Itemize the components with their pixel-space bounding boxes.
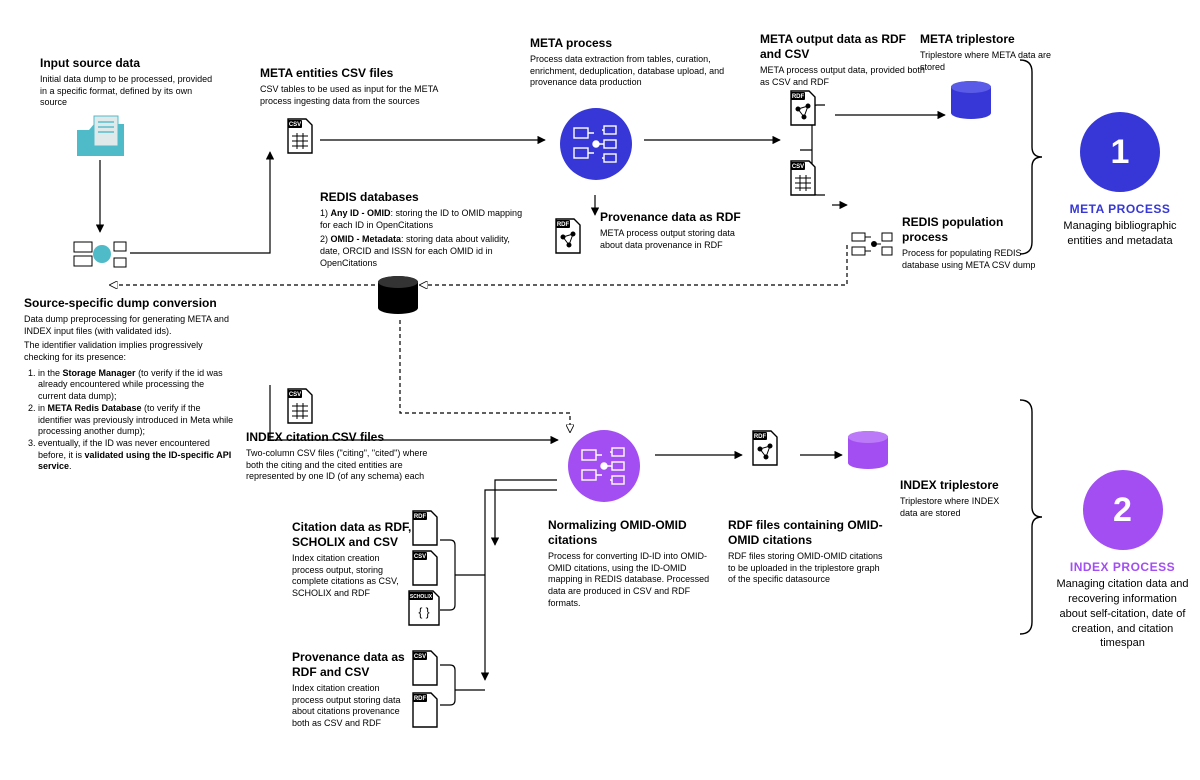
index-process-icon — [568, 430, 640, 502]
rdf-file-icon: RDF — [410, 510, 440, 546]
list-item: in META Redis Database (to verify if the… — [38, 403, 234, 438]
description: Index citation creation process output s… — [292, 683, 412, 730]
meta-process: META process Process data extraction fro… — [530, 36, 750, 89]
svg-text:RDF: RDF — [414, 696, 427, 702]
svg-text:RDF: RDF — [754, 434, 767, 440]
description: Index citation creation process output, … — [292, 553, 412, 600]
heading: Provenance data as RDF and CSV — [292, 650, 412, 680]
badge-label: INDEX PROCESS — [1055, 560, 1190, 574]
description: 2) OMID - Metadata: storing data about v… — [320, 234, 530, 269]
rdf-file-icon: RDF — [410, 692, 440, 728]
provenance-output: Provenance data as RDF and CSV Index cit… — [292, 650, 412, 730]
svg-text:{ }: { } — [418, 605, 429, 619]
pipeline-icon — [850, 230, 894, 260]
heading: Normalizing OMID-OMID citations — [548, 518, 718, 548]
csv-file-icon: CSV — [410, 650, 440, 686]
badge-number: 2 — [1083, 470, 1163, 550]
rdf-file-icon: RDF — [750, 430, 780, 466]
database-icon — [948, 80, 994, 120]
description: META process output data, provided both … — [760, 65, 930, 88]
description: Initial data dump to be processed, provi… — [40, 74, 220, 109]
index-process-badge: 2 INDEX PROCESS Managing citation data a… — [1055, 470, 1190, 651]
csv-file-icon: CSV — [285, 118, 315, 154]
badge-label: META PROCESS — [1060, 202, 1180, 216]
description: 1) Any ID - OMID: storing the ID to OMID… — [320, 208, 530, 231]
heading: Provenance data as RDF — [600, 210, 745, 225]
citation-data-output: Citation data as RDF, SCHOLIX and CSV In… — [292, 520, 412, 600]
svg-text:CSV: CSV — [414, 654, 426, 660]
description: Process for populating REDIS database us… — [902, 248, 1047, 271]
scholix-file-icon: SCHOLIX { } — [406, 590, 442, 626]
csv-file-icon: CSV — [788, 160, 818, 196]
provenance-rdf: Provenance data as RDF META process outp… — [600, 210, 745, 251]
svg-text:RDF: RDF — [557, 222, 570, 228]
rdf-omid-files: RDF files containing OMID-OMID citations… — [728, 518, 888, 586]
heading: INDEX citation CSV files — [246, 430, 436, 445]
heading: META output data as RDF and CSV — [760, 32, 930, 62]
csv-file-icon: CSV — [285, 388, 315, 424]
description: META process output storing data about d… — [600, 228, 745, 251]
heading: REDIS databases — [320, 190, 530, 205]
list-item: eventually, if the ID was never encounte… — [38, 438, 234, 473]
redis-population: REDIS population process Process for pop… — [902, 215, 1047, 271]
rdf-file-icon: RDF — [553, 218, 583, 254]
svg-text:CSV: CSV — [289, 122, 301, 128]
meta-process-badge: 1 META PROCESS Managing bibliographic en… — [1060, 112, 1180, 249]
source-conversion: Source-specific dump conversion Data dum… — [24, 296, 234, 473]
badge-number: 1 — [1080, 112, 1160, 192]
database-icon — [845, 430, 891, 470]
input-source-data: Input source data Initial data dump to b… — [40, 56, 220, 109]
redis-databases: REDIS databases 1) Any ID - OMID: storin… — [320, 190, 530, 269]
index-csv: INDEX citation CSV files Two-column CSV … — [246, 430, 436, 483]
folder-file-icon — [72, 110, 132, 162]
heading: REDIS population process — [902, 215, 1047, 245]
heading: Source-specific dump conversion — [24, 296, 234, 311]
svg-text:SCHOLIX: SCHOLIX — [410, 594, 433, 600]
database-icon — [375, 275, 421, 315]
heading: INDEX triplestore — [900, 478, 1010, 493]
meta-triplestore: META triplestore Triplestore where META … — [920, 32, 1070, 73]
svg-text:RDF: RDF — [792, 94, 805, 100]
description: Process for converting ID-ID into OMID-O… — [548, 551, 718, 609]
heading: META triplestore — [920, 32, 1070, 47]
rdf-file-icon: RDF — [788, 90, 818, 126]
description: Two-column CSV files ("citing", "cited")… — [246, 448, 436, 483]
description: CSV tables to be used as input for the M… — [260, 84, 460, 107]
heading: META entities CSV files — [260, 66, 460, 81]
normalizing: Normalizing OMID-OMID citations Process … — [548, 518, 718, 609]
index-triplestore: INDEX triplestore Triplestore where INDE… — [900, 478, 1010, 519]
csv-file-icon: CSV — [410, 550, 440, 586]
heading: Input source data — [40, 56, 220, 71]
svg-text:CSV: CSV — [289, 392, 301, 398]
svg-text:RDF: RDF — [414, 514, 427, 520]
heading: RDF files containing OMID-OMID citations — [728, 518, 888, 548]
description: Data dump preprocessing for generating M… — [24, 314, 234, 337]
pipeline-icon — [72, 238, 128, 272]
meta-process-icon — [560, 108, 632, 180]
description: Process data extraction from tables, cur… — [530, 54, 750, 89]
svg-text:CSV: CSV — [414, 554, 426, 560]
description: The identifier validation implies progre… — [24, 340, 234, 363]
meta-output: META output data as RDF and CSV META pro… — [760, 32, 930, 88]
heading: META process — [530, 36, 750, 51]
description: Triplestore where INDEX data are stored — [900, 496, 1010, 519]
description: Triplestore where META data are stored — [920, 50, 1070, 73]
badge-sub: Managing citation data and recovering in… — [1055, 577, 1190, 651]
badge-sub: Managing bibliographic entities and meta… — [1060, 219, 1180, 249]
meta-entities-csv: META entities CSV files CSV tables to be… — [260, 66, 460, 107]
list-item: in the Storage Manager (to verify if the… — [38, 368, 234, 403]
description: RDF files storing OMID-OMID citations to… — [728, 551, 888, 586]
svg-text:CSV: CSV — [792, 164, 804, 170]
heading: Citation data as RDF, SCHOLIX and CSV — [292, 520, 412, 550]
